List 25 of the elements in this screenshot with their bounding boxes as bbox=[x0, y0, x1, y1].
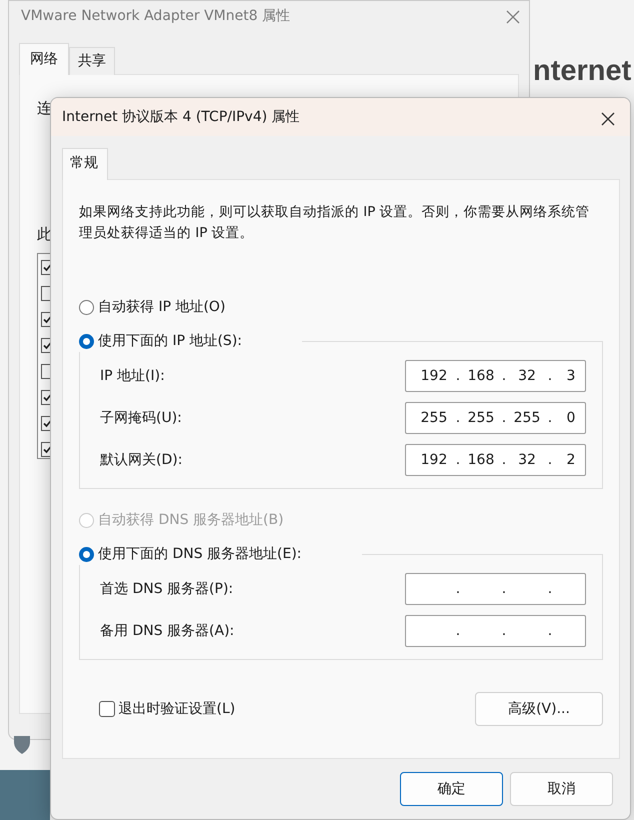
ip-address-field[interactable]: 192 . 168 . 32 . 2 bbox=[405, 444, 586, 476]
ip-address-field[interactable]: 192 . 168 . 32 . 3 bbox=[405, 360, 586, 392]
checkbox-option[interactable]: 退出时验证设置(L) bbox=[99, 698, 236, 720]
field-label: 备用 DNS 服务器(A): bbox=[100, 622, 234, 640]
tab[interactable]: 网络 bbox=[19, 43, 69, 75]
ip-address-field[interactable]: 255 . 255 . 255 . 0 bbox=[405, 402, 586, 434]
ip-address-field[interactable]: . . . bbox=[405, 573, 586, 605]
description-text: 如果网络支持此功能，则可以获取自动指派的 IP 设置。否则，你需要从网络系统管理员处获得适当的 IP 设置。 bbox=[79, 203, 591, 243]
tab[interactable]: 常规 bbox=[62, 148, 108, 180]
radio-option: 自动获得 DNS 服务器地址(B) bbox=[79, 509, 603, 531]
shield-icon bbox=[12, 735, 32, 753]
field-label: 子网掩码(U): bbox=[100, 408, 182, 428]
radio-option[interactable]: 自动获得 IP 地址(O) bbox=[79, 296, 603, 318]
dialog-title: Internet 协议版本 4 (TCP/IPv4) 属性 bbox=[62, 108, 300, 126]
tab[interactable]: 共享 bbox=[69, 47, 115, 75]
advanced-button[interactable]: 高级(V)... bbox=[475, 692, 603, 726]
field-label: IP 地址(I): bbox=[100, 366, 165, 386]
desktop-wallpaper bbox=[0, 770, 50, 820]
ip-address-field[interactable]: . . . bbox=[405, 615, 586, 647]
ok-button[interactable]: 确定 bbox=[400, 772, 503, 806]
window-title: VMware Network Adapter VMnet8 属性 bbox=[21, 7, 290, 26]
page-heading: nternet bbox=[533, 54, 632, 89]
cancel-button[interactable]: 取消 bbox=[510, 772, 613, 806]
field-label: 首选 DNS 服务器(P): bbox=[100, 580, 234, 598]
field-label: 默认网关(D): bbox=[100, 450, 182, 470]
